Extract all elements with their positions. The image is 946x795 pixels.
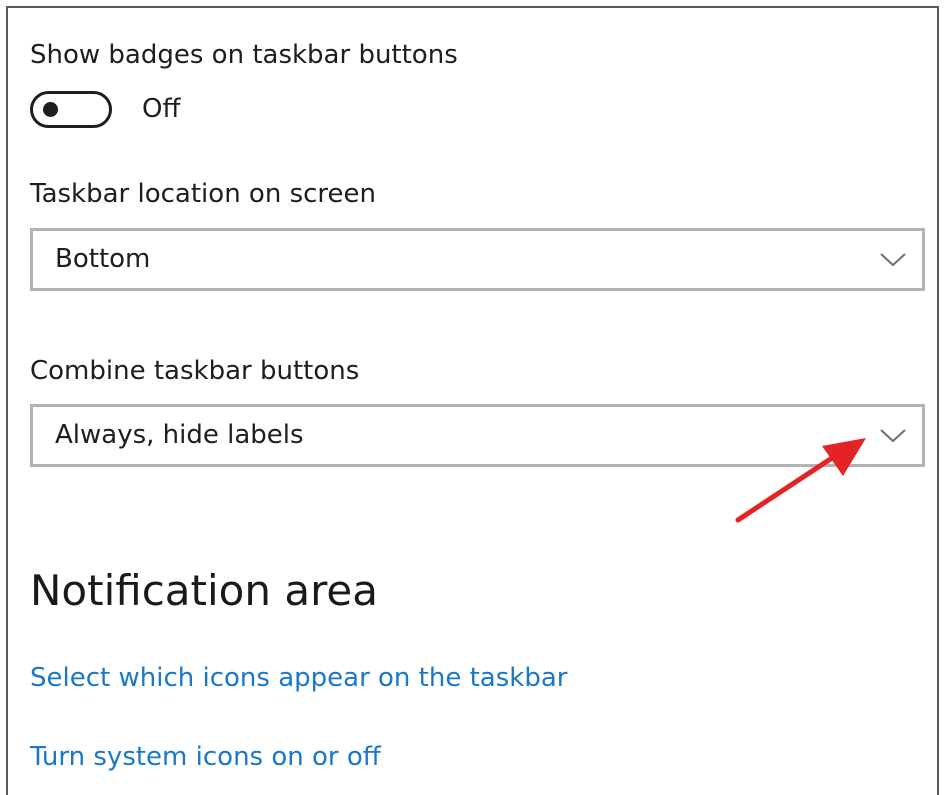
toggle-knob [43, 102, 58, 117]
taskbar-location-label: Taskbar location on screen [30, 179, 377, 209]
chevron-down-icon [880, 429, 906, 443]
combine-buttons-value: Always, hide labels [55, 420, 304, 450]
notification-area-heading: Notification area [30, 566, 378, 615]
badges-label: Show badges on taskbar buttons [30, 40, 458, 70]
combine-buttons-dropdown[interactable]: Always, hide labels [30, 404, 925, 467]
taskbar-location-dropdown[interactable]: Bottom [30, 228, 925, 291]
chevron-down-icon [880, 253, 906, 267]
taskbar-location-value: Bottom [55, 244, 151, 274]
combine-buttons-label: Combine taskbar buttons [30, 356, 360, 386]
badges-toggle-state: Off [142, 94, 181, 124]
settings-panel: Show badges on taskbar buttons Off Taskb… [6, 6, 939, 795]
system-icons-link[interactable]: Turn system icons on or off [30, 742, 381, 772]
select-icons-link[interactable]: Select which icons appear on the taskbar [30, 663, 567, 693]
badges-toggle[interactable] [30, 91, 112, 128]
